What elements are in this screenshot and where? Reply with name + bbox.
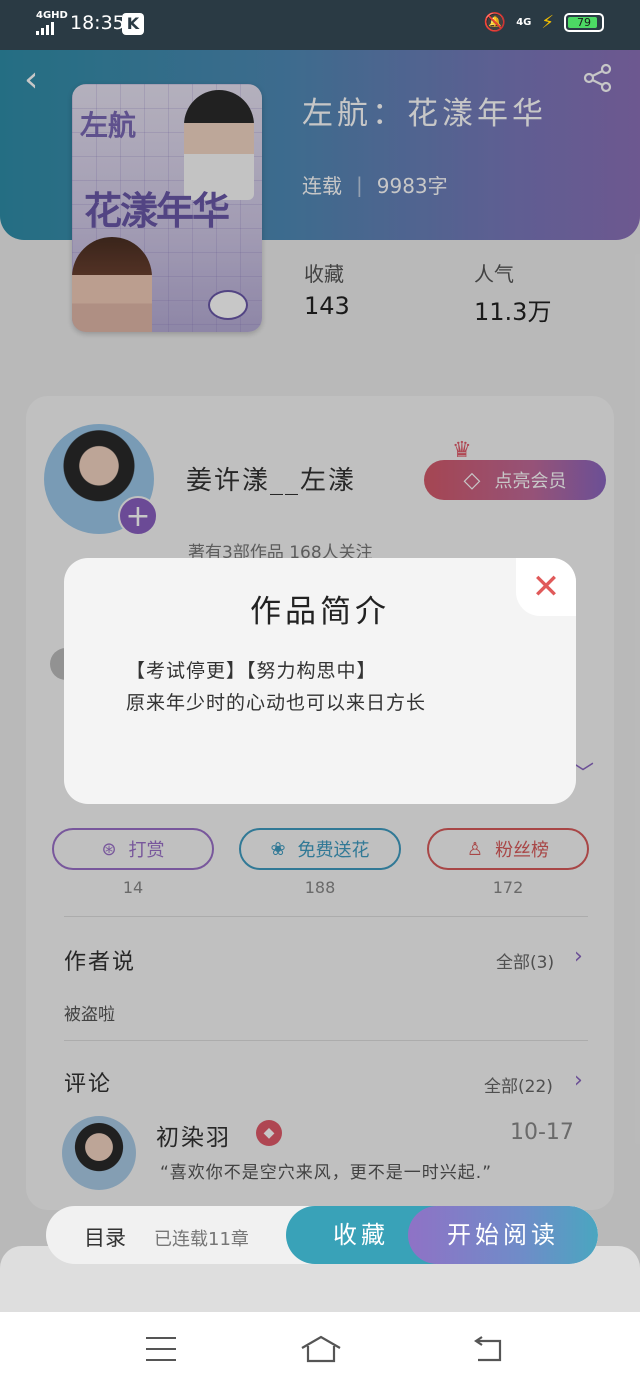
synopsis-line1: 【考试停更】【努力构思中】: [126, 660, 377, 682]
system-nav-bar: [0, 1312, 640, 1387]
modal-title: 作品简介: [250, 594, 390, 630]
charging-icon: ⚡: [541, 12, 554, 33]
signal-icon: [36, 22, 54, 35]
mute-bell-icon: 🔕: [483, 12, 507, 33]
synopsis-line2: 原来年少时的心动也可以来日方长: [126, 692, 427, 714]
toc-button[interactable]: 目录: [84, 1222, 126, 1252]
app-notification-icon: K: [122, 13, 144, 35]
network-type: 4GHD: [36, 10, 68, 21]
battery-icon: 79: [564, 13, 604, 32]
status-right: 🔕 4G ⚡ 79: [484, 12, 604, 33]
menu-icon[interactable]: [146, 1337, 176, 1370]
status-time: 18:35: [70, 12, 125, 34]
bottom-action-bar: 目录 已连载11章 收藏 开始阅读: [46, 1206, 598, 1264]
battery-level: 79: [577, 16, 591, 29]
back-nav-icon[interactable]: [472, 1336, 504, 1368]
synopsis-modal: ✕ 作品简介 【考试停更】【努力构思中】 原来年少时的心动也可以来日方长: [64, 558, 576, 804]
home-icon[interactable]: [300, 1334, 342, 1368]
network-right: 4G: [516, 17, 532, 28]
status-bar: 4GHD 18:35 K 🔕 4G ⚡ 79: [0, 0, 640, 50]
toc-count: 已连载11章: [154, 1229, 249, 1250]
start-reading-button[interactable]: 开始阅读: [408, 1206, 598, 1264]
